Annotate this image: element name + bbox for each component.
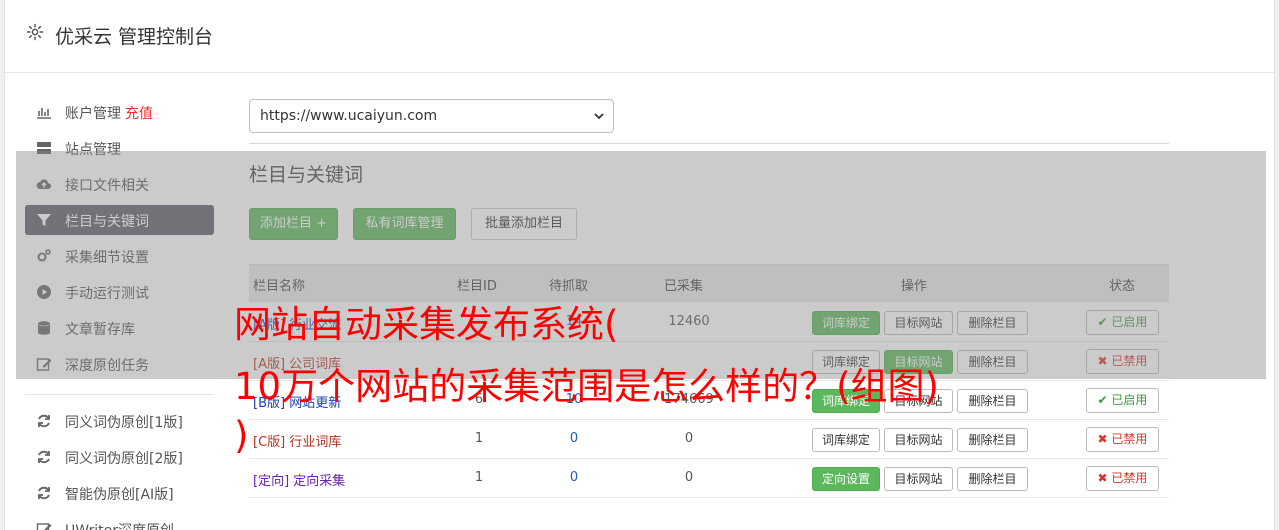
gear-icon <box>26 23 44 41</box>
recharge-link[interactable]: 充值 <box>125 106 153 122</box>
sidebar-item-uwriter[interactable]: UWriter深度原创 <box>25 514 214 530</box>
column-name-link[interactable]: [C版] 行业词库 <box>253 431 341 450</box>
headline-line-1: 网站自动采集发布系统( <box>234 303 619 346</box>
headline-line-3: ) <box>234 414 249 457</box>
page-header: 优采云 管理控制台 <box>5 0 1274 73</box>
site-select[interactable]: https://www.ucaiyun.com <box>249 99 614 133</box>
pending-count[interactable]: 0 <box>549 470 599 485</box>
sidebar-item-ai-original[interactable]: 智能伪原创[AI版] <box>25 478 214 508</box>
bar-chart-icon <box>37 108 51 119</box>
target-sites-button[interactable]: 目标网站 <box>884 467 953 491</box>
table-row: [定向] 定向采集 1 0 0 定向设置 目标网站 删除栏目 ✖ 已禁用 <box>249 459 1169 498</box>
bind-lexicon-button[interactable]: 词库绑定 <box>812 428 880 452</box>
site-select-value: https://www.ucaiyun.com <box>260 108 438 124</box>
status-disabled-button[interactable]: ✖ 已禁用 <box>1086 466 1159 491</box>
sidebar-item-label: 同义词伪原创[2版] <box>65 451 183 467</box>
delete-column-button[interactable]: 删除栏目 <box>957 428 1028 452</box>
sidebar-item-label: UWriter深度原创 <box>65 520 174 530</box>
column-name-link[interactable]: [定向] 定向采集 <box>253 470 345 489</box>
delete-column-button[interactable]: 删除栏目 <box>957 389 1028 413</box>
table-row: [C版] 行业词库 1 0 0 词库绑定 目标网站 删除栏目 ✖ 已禁用 <box>249 420 1169 459</box>
pending-count[interactable]: 0 <box>549 431 599 446</box>
overlay-band <box>16 151 1266 379</box>
collected-count: 0 <box>684 431 694 446</box>
sidebar-item-account[interactable]: 账户管理 充值 <box>25 97 214 127</box>
status-enabled-button[interactable]: ✔ 已启用 <box>1086 388 1159 413</box>
delete-column-button[interactable]: 删除栏目 <box>957 467 1028 491</box>
status-disabled-button[interactable]: ✖ 已禁用 <box>1086 427 1159 452</box>
refresh-icon <box>38 414 50 428</box>
collected-count: 0 <box>684 470 694 485</box>
column-id: 1 <box>474 470 484 485</box>
page-title: 优采云 管理控制台 <box>55 26 214 48</box>
sidebar-item-label: 智能伪原创[AI版] <box>65 487 174 503</box>
directed-settings-button[interactable]: 定向设置 <box>812 467 880 491</box>
sidebar-item-label: 账户管理 <box>65 106 121 122</box>
sidebar-item-label: 同义词伪原创[1版] <box>65 415 183 431</box>
chevron-down-icon <box>594 113 604 120</box>
edit-icon <box>36 523 52 530</box>
target-sites-button[interactable]: 目标网站 <box>884 428 953 452</box>
admin-console-window: 优采云 管理控制台 账户管理 充值 站点管理 接口文件相关 栏目与关键词 采集细节… <box>4 0 1275 530</box>
column-id: 1 <box>474 431 484 446</box>
headline-line-2: 10万个网站的采集范围是怎么样的？(组图) <box>234 365 939 408</box>
sidebar-item-synonym-v1[interactable]: 同义词伪原创[1版] <box>25 406 214 436</box>
sidebar-item-synonym-v2[interactable]: 同义词伪原创[2版] <box>25 442 214 472</box>
sidebar-divider <box>25 394 214 395</box>
refresh-icon <box>38 486 50 500</box>
divider <box>249 143 1169 144</box>
refresh-icon <box>38 450 50 464</box>
